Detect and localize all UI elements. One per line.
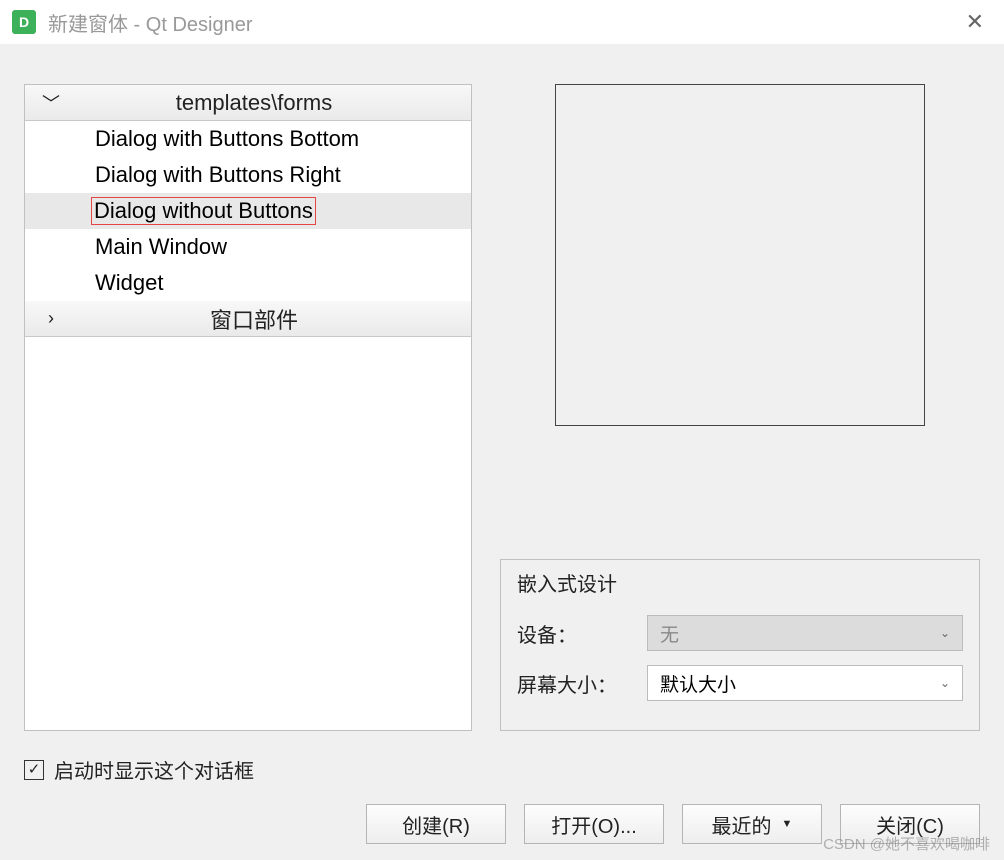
open-button[interactable]: 打开(O)... <box>524 804 664 844</box>
create-button[interactable]: 创建(R) <box>366 804 506 844</box>
device-label: 设备： <box>517 619 637 648</box>
close-icon[interactable]: ✕ <box>958 9 992 35</box>
chevron-down-icon: ⌄ <box>940 676 950 690</box>
tree-item[interactable]: Widget <box>25 265 471 301</box>
button-label: 打开(O)... <box>551 810 637 839</box>
tree-item-label: Widget <box>95 270 163 296</box>
button-label: 创建(R) <box>402 810 470 839</box>
tree-item-label: Dialog without Buttons <box>91 197 316 225</box>
button-label: 最近的 <box>712 810 772 839</box>
combo-value: 默认大小 <box>660 670 736 697</box>
app-icon: D <box>12 10 36 34</box>
close-button[interactable]: 关闭(C) <box>840 804 980 844</box>
screen-size-label: 屏幕大小： <box>517 669 637 698</box>
recent-button[interactable]: 最近的 ▼ <box>682 804 822 844</box>
tree-item-label: Dialog with Buttons Right <box>95 162 341 188</box>
combo-value: 无 <box>660 620 679 647</box>
embedded-design-group: 嵌入式设计 设备： 无 ⌄ 屏幕大小： 默认大小 ⌄ <box>500 559 980 731</box>
tree-group-label: templates\forms <box>77 90 471 116</box>
checkbox-label: 启动时显示这个对话框 <box>54 755 254 784</box>
tree-group-templates[interactable]: ﹀ templates\forms <box>25 85 471 121</box>
template-tree[interactable]: ﹀ templates\forms Dialog with Buttons Bo… <box>24 84 472 731</box>
tree-item-label: Dialog with Buttons Bottom <box>95 126 359 152</box>
chevron-down-icon: ﹀ <box>25 90 77 116</box>
titlebar: D 新建窗体 - Qt Designer ✕ <box>0 0 1004 44</box>
device-combo: 无 ⌄ <box>647 615 963 651</box>
screen-size-combo[interactable]: 默认大小 ⌄ <box>647 665 963 701</box>
form-preview <box>555 84 925 426</box>
dropdown-arrow-icon: ▼ <box>782 818 793 830</box>
window-title: 新建窗体 - Qt Designer <box>48 8 252 37</box>
tree-item-label: Main Window <box>95 234 227 260</box>
chevron-right-icon: › <box>25 308 77 329</box>
show-on-startup-checkbox[interactable]: ✓ 启动时显示这个对话框 <box>24 755 980 784</box>
group-title: 嵌入式设计 <box>517 568 963 597</box>
tree-item[interactable]: Main Window <box>25 229 471 265</box>
tree-item-selected[interactable]: Dialog without Buttons <box>25 193 471 229</box>
tree-group-widgets[interactable]: › 窗口部件 <box>25 301 471 337</box>
dialog-content: ﹀ templates\forms Dialog with Buttons Bo… <box>0 44 1004 860</box>
button-label: 关闭(C) <box>876 810 944 839</box>
chevron-down-icon: ⌄ <box>940 626 950 640</box>
tree-group-label: 窗口部件 <box>77 303 471 335</box>
tree-item[interactable]: Dialog with Buttons Bottom <box>25 121 471 157</box>
checkbox-icon: ✓ <box>24 760 44 780</box>
tree-item[interactable]: Dialog with Buttons Right <box>25 157 471 193</box>
